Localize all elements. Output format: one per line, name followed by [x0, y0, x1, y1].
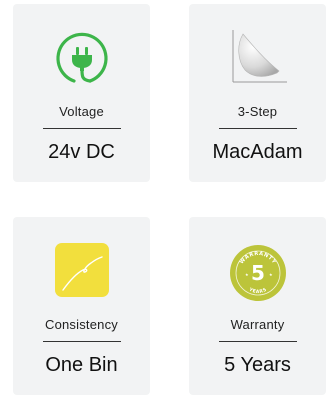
macadam-chart-icon	[225, 26, 291, 88]
svg-text:★: ★	[269, 272, 273, 277]
badge-number: 5	[251, 261, 265, 285]
divider	[218, 341, 297, 342]
feature-card-voltage: Voltage 24v DC	[13, 4, 150, 182]
feature-label: Consistency	[44, 317, 118, 332]
divider	[42, 341, 121, 342]
divider	[218, 128, 297, 129]
divider	[42, 128, 121, 129]
feature-card-macadam: 3-Step MacAdam	[189, 4, 326, 182]
warranty-badge-icon: WARRANTY 5 YEARS ★ ★	[228, 243, 288, 303]
feature-label: Warranty	[230, 317, 285, 332]
feature-value: MacAdam	[212, 141, 303, 163]
svg-text:★: ★	[245, 272, 249, 277]
feature-value: 5 Years	[224, 354, 291, 376]
feature-value: One Bin	[45, 354, 118, 376]
feature-value: 24v DC	[48, 141, 115, 163]
power-plug-icon	[52, 30, 112, 90]
feature-card-warranty: WARRANTY 5 YEARS ★ ★ Warranty 5 Years	[189, 217, 326, 395]
feature-label: Voltage	[59, 104, 104, 119]
color-curve-icon	[54, 243, 109, 297]
feature-card-consistency: Consistency One Bin	[13, 217, 150, 395]
feature-label: 3-Step	[237, 104, 278, 119]
